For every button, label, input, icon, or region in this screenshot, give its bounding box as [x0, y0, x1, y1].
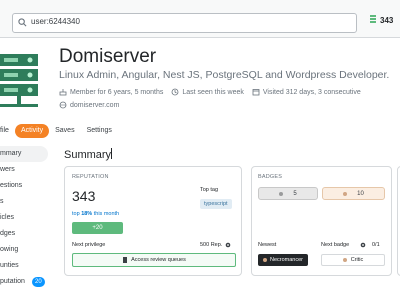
- profile-name: Domiserver: [59, 46, 157, 67]
- bronze-badge-icon: [342, 258, 347, 262]
- sidenav-item-questions[interactable]: estions: [0, 178, 48, 194]
- reputation-label: REPUTATION: [72, 174, 109, 180]
- tab-settings[interactable]: Settings: [81, 124, 118, 138]
- next-badge-progress-wrap: 0/1: [360, 242, 380, 248]
- bronze-badges[interactable]: 10: [322, 187, 385, 200]
- bronze-badge-icon: [263, 258, 267, 262]
- sidenav-item-reputation[interactable]: putation 20: [0, 274, 48, 290]
- next-badge-progress: 0/1: [372, 242, 380, 248]
- top-suffix: this month: [92, 211, 120, 217]
- tab-saves[interactable]: Saves: [49, 124, 80, 138]
- search-input[interactable]: user:6244340: [12, 13, 357, 33]
- top-pct: 18%: [81, 211, 93, 217]
- silver-badge-icon: [279, 191, 284, 196]
- access-review-queues[interactable]: Access review queues: [72, 253, 236, 267]
- search-value: user:6244340: [31, 17, 80, 26]
- top-reputation-value: 343: [380, 15, 394, 25]
- next-badge-label: Next badge: [321, 242, 350, 248]
- server-avatar-icon: [0, 54, 38, 107]
- sidenav-item-answers[interactable]: wers: [0, 162, 48, 178]
- last-seen: Last seen this week: [182, 88, 244, 96]
- visited: Visited 312 days, 3 consecutive: [262, 88, 361, 96]
- profile-meta: Member for 6 years, 5 months Last seen t…: [59, 88, 361, 96]
- silver-badges[interactable]: 5: [258, 187, 318, 200]
- text-cursor: [111, 148, 113, 159]
- avatar: [0, 44, 51, 113]
- privilege-icon: [123, 257, 128, 263]
- top-tag[interactable]: typescript: [200, 199, 232, 209]
- badges-label: BADGES: [258, 174, 283, 180]
- gear-icon[interactable]: [360, 242, 366, 248]
- next-privilege-name: Access review queues: [131, 257, 186, 263]
- reputation-count-badge: 20: [32, 277, 45, 287]
- clock-icon: [171, 88, 179, 96]
- tab-profile[interactable]: file: [0, 124, 15, 138]
- user-reputation-indicator[interactable]: 343: [370, 15, 393, 25]
- top-tag-label: Top tag: [200, 187, 219, 193]
- gear-icon[interactable]: [225, 242, 231, 248]
- sidenav-item-bounties[interactable]: unties: [0, 258, 48, 274]
- activity-sidenav: mmary wers estions s icles dges owing un…: [0, 146, 48, 290]
- website-link[interactable]: domiserver.com: [59, 101, 119, 109]
- bronze-badge-icon: [343, 191, 348, 196]
- bronze-count: 10: [357, 190, 364, 197]
- silver-count: 5: [293, 190, 297, 197]
- search-icon: [18, 18, 27, 27]
- sidenav-item-following[interactable]: owing: [0, 242, 48, 258]
- cake-icon: [59, 89, 67, 96]
- website-text: domiserver.com: [70, 101, 120, 109]
- stack-icon: [370, 15, 376, 23]
- reputation-value: 343: [72, 188, 96, 204]
- next-privilege-label: Next privilege: [72, 242, 106, 248]
- tab-activity[interactable]: Activity: [14, 124, 50, 138]
- newest-badge-name: Necromancer: [270, 257, 304, 263]
- calendar-icon: [252, 89, 260, 96]
- next-privilege-rep: 500 Rep.: [200, 242, 231, 248]
- sidenav-item-badges[interactable]: dges: [0, 226, 48, 242]
- reputation-card: REPUTATION 343 top 18% this month +20 To…: [64, 166, 242, 276]
- next-privilege-rep-text: 500 Rep.: [200, 242, 223, 248]
- badges-card: BADGES 5 10 Newest Necromancer Next badg…: [251, 166, 392, 276]
- summary-title: Summary: [64, 149, 112, 161]
- profile-tabs: file Activity Saves Settings: [0, 124, 118, 138]
- sidenav-item-summary[interactable]: mmary: [0, 146, 48, 162]
- summary-heading: Summary: [64, 148, 113, 161]
- reputation-gain: +20: [72, 222, 123, 234]
- top-prefix: top: [72, 211, 82, 217]
- sidenav-item-articles[interactable]: icles: [0, 210, 48, 226]
- sidenav-item-tags[interactable]: s: [0, 194, 48, 210]
- member-for: Member for 6 years, 5 months: [70, 88, 164, 96]
- newest-label: Newest: [258, 242, 277, 248]
- next-badge-name: Critic: [350, 257, 364, 263]
- newest-badge[interactable]: Necromancer: [258, 254, 309, 266]
- profile-subtitle: Linux Admin, Angular, Nest JS, PostgreSQ…: [59, 69, 390, 81]
- top-percent: top 18% this month: [72, 211, 119, 217]
- link-icon: [59, 101, 67, 109]
- next-badge[interactable]: Critic: [321, 254, 385, 266]
